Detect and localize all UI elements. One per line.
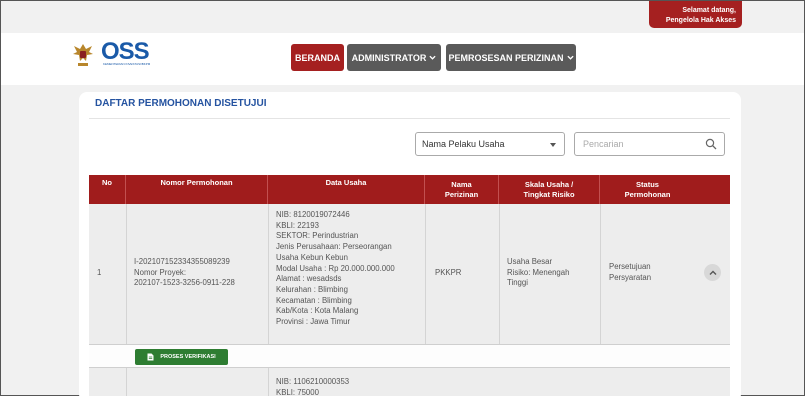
data-usaha-line: Jenis Perusahaan: Perseorangan: [276, 242, 392, 252]
nav-home-button[interactable]: BERANDA: [291, 44, 344, 71]
tingkat-risiko-value-cont: Tinggi: [507, 278, 528, 288]
skala-usaha-cell: Usaha Besar Risiko: Menengah Tinggi: [507, 257, 569, 289]
nav-home-label: BERANDA: [295, 52, 340, 63]
oss-logo[interactable]: OSS KEMENTERIAN INVESTASI/BKPM: [69, 39, 161, 71]
data-usaha-line: Modal Usaha : Rp 20.000.000.000: [276, 263, 395, 273]
collapse-row-button[interactable]: [704, 264, 721, 281]
chevron-down-icon: [429, 55, 436, 60]
skala-usaha-value: Usaha Besar: [507, 257, 553, 266]
column-divider: [425, 204, 426, 344]
nama-perizinan-cell: PKKPR: [435, 268, 462, 277]
welcome-badge[interactable]: Selamat datang, Pengelola Hak Akses: [649, 1, 742, 28]
chevron-up-icon: [709, 270, 716, 275]
logo-subtitle: KEMENTERIAN INVESTASI/BKPM: [103, 62, 151, 66]
nomor-proyek-value: 202107-1523-3256-0911-228: [134, 278, 235, 288]
column-divider: [268, 368, 269, 396]
data-usaha-cell: NIB: 8120019072446 KBLI: 22193 SEKTOR: P…: [276, 210, 395, 328]
proses-verifikasi-button[interactable]: PROSES VERIFIKASI: [135, 349, 228, 365]
status-cell: Persetujuan Persyaratan: [609, 262, 651, 283]
logo-wordmark: OSS: [101, 38, 150, 65]
header-skala-line2: Tingkat Risiko: [523, 189, 575, 199]
column-divider: [268, 204, 269, 344]
header-skala-usaha: Skala Usaha / Tingkat Risiko: [499, 175, 600, 204]
header-no: No: [89, 175, 126, 204]
chevron-down-icon: [566, 55, 574, 60]
document-icon: [147, 353, 154, 361]
nav-processing-button[interactable]: PEMROSESAN PERIZINAN: [446, 44, 576, 71]
nomor-permohonan-id: I-202107152334355089239: [134, 257, 230, 266]
divider: [89, 118, 730, 119]
data-usaha-line: Usaha Kebun Kebun: [276, 252, 348, 262]
nomor-proyek-label: Nomor Proyek:: [134, 267, 186, 277]
row-actions: PROSES VERIFIKASI: [89, 344, 730, 368]
header-nomor-permohonan: Nomor Permohonan: [126, 175, 268, 204]
header-status-line1: Status: [636, 179, 659, 189]
row-number: 1: [97, 268, 102, 277]
search-icon[interactable]: [705, 138, 717, 150]
data-usaha-line: SEKTOR: Perindustrian: [276, 231, 359, 241]
column-divider: [126, 204, 127, 344]
column-divider: [126, 368, 127, 396]
data-usaha-line: Kelurahan : Blimbing: [276, 284, 348, 294]
header-nama-perizinan-line2: Perizinan: [444, 189, 479, 199]
header-data-usaha: Data Usaha: [268, 175, 425, 204]
data-usaha-line: Provinsi : Jawa Timur: [276, 317, 351, 327]
data-usaha-line: NIB: 1106210000353: [276, 377, 350, 386]
caret-down-icon: [550, 143, 556, 147]
garuda-emblem-icon: [73, 44, 93, 66]
header-nama-perizinan-line1: Nama: [451, 179, 472, 189]
nav-administrator-label: ADMINISTRATOR: [351, 52, 427, 63]
header-status-line2: Permohonan: [624, 189, 671, 199]
data-usaha-line: NIB: 8120019072446: [276, 210, 350, 219]
data-usaha-line: Kab/Kota : Kota Malang: [276, 306, 359, 316]
search-placeholder: Pencarian: [583, 139, 624, 149]
status-line2: Persyaratan: [609, 272, 652, 282]
data-usaha-line: KBLI: 22193: [276, 220, 319, 230]
header-status: Status Permohonan: [600, 175, 695, 204]
nomor-permohonan-cell: I-202107152334355089239 Nomor Proyek: 20…: [134, 257, 235, 289]
data-usaha-line: Alamat : wesadsds: [276, 274, 342, 284]
filter-select-value: Nama Pelaku Usaha: [422, 139, 505, 149]
status-line1: Persetujuan: [609, 262, 651, 271]
nav-processing-label: PEMROSESAN PERIZINAN: [448, 52, 564, 63]
proses-verifikasi-label: PROSES VERIFIKASI: [160, 354, 216, 360]
header-nama-perizinan: Nama Perizinan: [425, 175, 499, 204]
page-title: DAFTAR PERMOHONAN DISETUJUI: [95, 98, 267, 109]
data-usaha-line: Kecamatan : Blimbing: [276, 295, 352, 305]
column-divider: [499, 204, 500, 344]
table-header: No Nomor Permohonan Data Usaha Nama Peri…: [89, 175, 730, 204]
nav-administrator-button[interactable]: ADMINISTRATOR: [347, 44, 441, 71]
search-input[interactable]: Pencarian: [574, 132, 725, 156]
approved-list-card: DAFTAR PERMOHONAN DISETUJUI Nama Pelaku …: [79, 92, 741, 396]
header-skala-line1: Skala Usaha /: [524, 179, 574, 189]
data-usaha-line: KBLI: 75000: [276, 387, 319, 396]
data-usaha-cell: NIB: 1106210000353 KBLI: 75000: [276, 377, 349, 396]
welcome-role: Pengelola Hak Akses: [665, 17, 736, 24]
tingkat-risiko-value: Risiko: Menengah: [507, 267, 570, 277]
filter-select[interactable]: Nama Pelaku Usaha: [415, 132, 565, 156]
column-divider: [600, 204, 601, 344]
main-navbar: OSS KEMENTERIAN INVESTASI/BKPM BERANDA A…: [1, 33, 804, 85]
welcome-greeting: Selamat datang,: [682, 7, 736, 14]
top-bar: Selamat datang, Pengelola Hak Akses: [1, 1, 804, 33]
table-body: 1 I-202107152334355089239 Nomor Proyek: …: [89, 204, 730, 396]
